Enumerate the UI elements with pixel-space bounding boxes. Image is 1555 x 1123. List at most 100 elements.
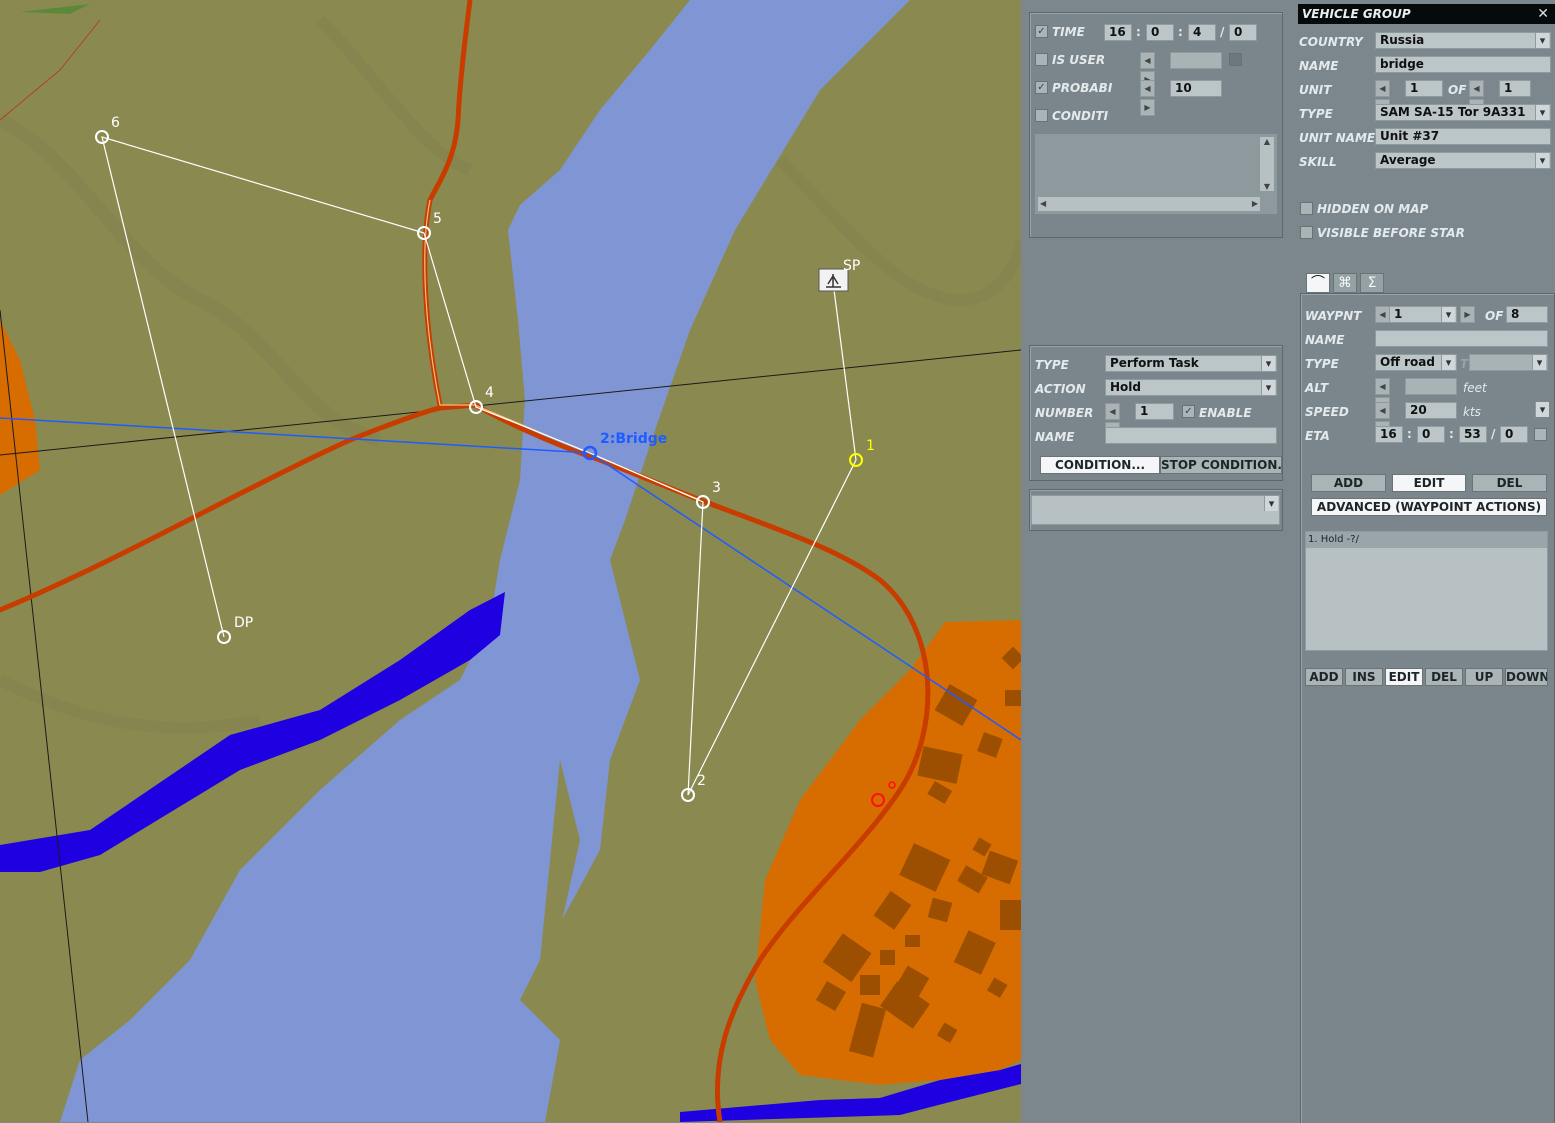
action-up-button[interactable]: UP: [1465, 668, 1503, 686]
probability-field[interactable]: 10: [1170, 80, 1222, 97]
is-user-option-checkbox[interactable]: [1229, 53, 1242, 66]
time-days-field[interactable]: 0: [1229, 24, 1257, 41]
stop-condition-button[interactable]: STOP CONDITION...: [1160, 456, 1282, 474]
unit-spinner[interactable]: ◀▶: [1375, 80, 1405, 116]
action-ins-button[interactable]: INS: [1345, 668, 1383, 686]
action-add-button[interactable]: ADD: [1305, 668, 1343, 686]
hidden-on-map-checkbox[interactable]: [1300, 202, 1313, 215]
unit-label: UNIT: [1299, 83, 1332, 97]
is-user-spinner[interactable]: ◀▶: [1140, 52, 1170, 88]
time-sep: :: [1178, 25, 1183, 39]
speed-unit-select[interactable]: [1535, 402, 1550, 419]
task-type-label: TYPE: [1035, 358, 1069, 372]
enable-checkbox[interactable]: ✓: [1182, 405, 1195, 418]
target-icon[interactable]: ⌘: [1333, 273, 1357, 293]
waypoint-dp-label: DP: [234, 615, 253, 631]
scroll-left-icon[interactable]: ◀: [1040, 197, 1046, 211]
trigger-box: ✓ TIME 16 : 0 : 4 / 0 IS USER ◀▶ ✓ PROBA…: [1029, 12, 1283, 238]
time-sep: :: [1136, 25, 1141, 39]
unit-count-field[interactable]: 1: [1499, 80, 1531, 97]
time-minutes-field[interactable]: 0: [1146, 24, 1174, 41]
scroll-up-icon[interactable]: ▲: [1260, 137, 1274, 146]
waypoint-2-label: 2: [697, 773, 706, 789]
action-down-button[interactable]: DOWN: [1505, 668, 1548, 686]
unit-type-select[interactable]: SAM SA-15 Tor 9A331: [1375, 104, 1551, 121]
condition-checkbox[interactable]: [1035, 109, 1048, 122]
alt-spinner[interactable]: ◀▶: [1375, 378, 1405, 414]
eta-lock-checkbox[interactable]: [1534, 428, 1547, 441]
speed-spinner[interactable]: ◀▶: [1375, 402, 1405, 438]
alt-label: ALT: [1305, 381, 1329, 395]
eta-sep: :: [1449, 427, 1454, 441]
action-select[interactable]: Hold: [1105, 379, 1277, 396]
skill-label: SKILL: [1299, 155, 1337, 169]
route-icon[interactable]: ⌒: [1306, 273, 1330, 293]
task-name-field[interactable]: [1105, 427, 1277, 444]
is-user-checkbox[interactable]: [1035, 53, 1048, 66]
speed-field[interactable]: 20: [1405, 402, 1457, 419]
waypoint-add-button[interactable]: ADD: [1311, 474, 1386, 492]
horizontal-scrollbar[interactable]: ◀ ▶: [1038, 197, 1260, 211]
eta-seconds-field[interactable]: 53: [1459, 426, 1487, 443]
probability-label: PROBABI: [1052, 81, 1113, 95]
enable-label: ENABLE: [1199, 406, 1252, 420]
number-spinner[interactable]: ◀▶: [1105, 403, 1135, 439]
panel-title: VEHICLE GROUP ✕: [1298, 4, 1555, 24]
group-name-field[interactable]: bridge: [1375, 56, 1551, 73]
action-del-button[interactable]: DEL: [1425, 668, 1463, 686]
condition-textarea[interactable]: ▲ ▼ ◀ ▶: [1035, 134, 1277, 214]
time-hours-field[interactable]: 16: [1104, 24, 1132, 41]
waypoint-6-label: 6: [111, 115, 120, 131]
waypoint-type-select[interactable]: Off road: [1375, 354, 1457, 371]
country-label: COUNTRY: [1299, 35, 1363, 49]
unit-type-label: TYPE: [1299, 107, 1333, 121]
country-select[interactable]: Russia: [1375, 32, 1551, 49]
number-label: NUMBER: [1035, 406, 1094, 420]
number-field[interactable]: 1: [1135, 403, 1174, 420]
close-icon[interactable]: ✕: [1537, 4, 1549, 24]
waypoint-edit-button[interactable]: EDIT: [1392, 474, 1466, 492]
visible-before-start-label: VISIBLE BEFORE STAR: [1317, 226, 1465, 240]
unit-name-field[interactable]: Unit #37: [1375, 128, 1551, 145]
waypoint-name-field[interactable]: [1375, 330, 1548, 347]
waypoint-3-label: 3: [712, 480, 721, 496]
unit-name-label: UNIT NAME: [1299, 131, 1376, 145]
map-canvas[interactable]: 6 5 4 3 2 1 SP DP 2:Bridge: [0, 0, 1021, 1122]
vehicle-group-panel: VEHICLE GROUP ✕ COUNTRY Russia NAME brid…: [1298, 0, 1555, 1123]
map-view[interactable]: 6 5 4 3 2 1 SP DP 2:Bridge: [0, 0, 1021, 1122]
sigma-icon[interactable]: Σ: [1360, 273, 1384, 293]
eta-hours-field[interactable]: 16: [1375, 426, 1403, 443]
time-label: TIME: [1052, 25, 1085, 39]
skill-select[interactable]: Average: [1375, 152, 1551, 169]
vertical-scrollbar[interactable]: ▲ ▼: [1260, 137, 1274, 191]
probability-checkbox[interactable]: ✓: [1035, 81, 1048, 94]
eta-sep: :: [1407, 427, 1412, 441]
unit-field[interactable]: 1: [1405, 80, 1443, 97]
waypoint-name-label: NAME: [1305, 333, 1345, 347]
visible-before-start-checkbox[interactable]: [1300, 226, 1313, 239]
probability-spinner[interactable]: ◀▶: [1140, 80, 1170, 116]
is-user-label: IS USER: [1052, 53, 1106, 67]
waypoint-5-label: 5: [433, 211, 442, 227]
condition-button[interactable]: CONDITION...: [1040, 456, 1160, 474]
waypoint-del-button[interactable]: DEL: [1472, 474, 1547, 492]
unit-count-spinner[interactable]: ◀▶: [1469, 80, 1499, 116]
condition-label: CONDITI: [1052, 109, 1109, 123]
action-list-item[interactable]: 1. Hold -?/: [1306, 532, 1547, 548]
time-checkbox[interactable]: ✓: [1035, 25, 1048, 38]
eta-days-field[interactable]: 0: [1500, 426, 1528, 443]
time-seconds-field[interactable]: 4: [1188, 24, 1216, 41]
waypnt-select[interactable]: 1: [1389, 306, 1457, 323]
time-sep: /: [1220, 25, 1225, 39]
action-edit-button[interactable]: EDIT: [1385, 668, 1423, 686]
task-type-select[interactable]: Perform Task: [1105, 355, 1277, 372]
scroll-down-icon[interactable]: ▼: [1260, 182, 1274, 191]
task-list-select[interactable]: [1031, 495, 1280, 525]
eta-minutes-field[interactable]: 0: [1417, 426, 1445, 443]
task-box: TYPE Perform Task ACTION Hold NUMBER ◀▶ …: [1029, 345, 1283, 481]
advanced-waypoint-actions-button[interactable]: ADVANCED (WAYPOINT ACTIONS): [1311, 498, 1547, 516]
scroll-right-icon[interactable]: ▶: [1252, 197, 1258, 211]
waypoint-actions-list[interactable]: 1. Hold -?/: [1305, 531, 1548, 651]
hidden-on-map-label: HIDDEN ON MAP: [1317, 202, 1429, 216]
waypnt-next-icon[interactable]: ▶: [1460, 306, 1476, 323]
